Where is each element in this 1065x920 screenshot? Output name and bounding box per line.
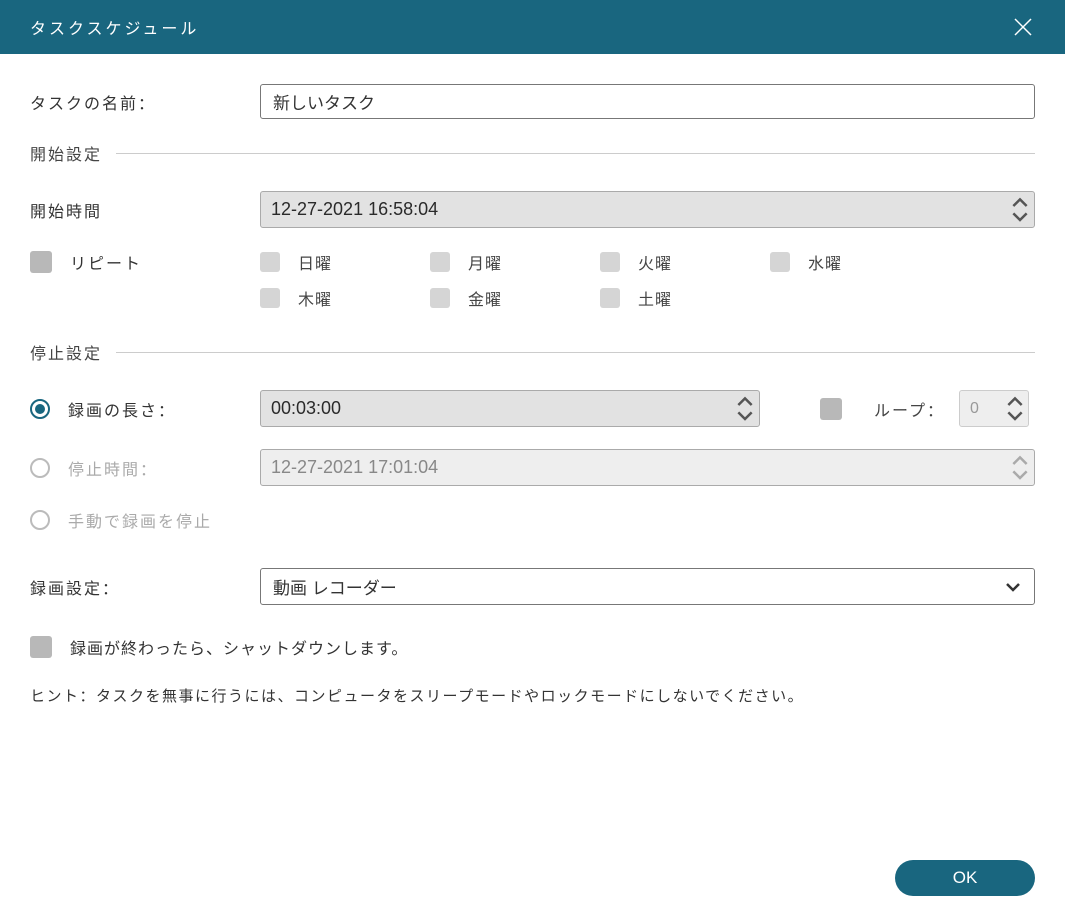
dialog-header: タスクスケジュール <box>0 0 1065 54</box>
day-sun-label: 日曜 <box>298 250 332 274</box>
chevron-down-icon[interactable] <box>1005 409 1025 422</box>
dialog-title: タスクスケジュール <box>30 15 199 39</box>
task-name-label: タスクの名前： <box>30 90 260 114</box>
day-tue-checkbox[interactable] <box>600 252 620 272</box>
ok-button[interactable]: OK <box>895 860 1035 896</box>
repeat-label: リピート <box>70 250 142 274</box>
chevron-down-icon <box>1004 581 1022 593</box>
chevron-down-icon[interactable] <box>1010 210 1030 223</box>
manual-stop-radio[interactable] <box>30 510 50 530</box>
day-fri-checkbox[interactable] <box>430 288 450 308</box>
start-section-title: 開始設定 <box>30 141 102 165</box>
day-wed-label: 水曜 <box>808 250 842 274</box>
stop-section-title: 停止設定 <box>30 340 102 364</box>
day-wed-checkbox[interactable] <box>770 252 790 272</box>
stop-time-value: 12-27-2021 17:01:04 <box>271 457 438 478</box>
chevron-up-icon[interactable] <box>1010 196 1030 209</box>
loop-checkbox[interactable] <box>820 398 842 420</box>
chevron-down-icon[interactable] <box>1010 468 1030 481</box>
repeat-checkbox[interactable] <box>30 251 52 273</box>
chevron-up-icon[interactable] <box>1010 454 1030 467</box>
rec-setting-value: 動画 レコーダー <box>273 574 397 599</box>
duration-value: 00:03:00 <box>271 398 341 419</box>
close-icon[interactable] <box>1011 15 1035 39</box>
duration-label: 録画の長さ： <box>68 397 176 421</box>
shutdown-label: 録画が終わったら、シャットダウンします。 <box>70 635 408 659</box>
day-sun-checkbox[interactable] <box>260 252 280 272</box>
day-tue-label: 火曜 <box>638 250 672 274</box>
manual-stop-label: 手動で録画を停止 <box>68 508 212 532</box>
chevron-up-icon[interactable] <box>1005 395 1025 408</box>
loop-label: ループ： <box>874 397 945 421</box>
days-grid: 日曜 月曜 火曜 水曜 木曜 金曜 土曜 <box>260 250 1035 310</box>
hint-text: ヒント：タスクを無事に行うには、コンピュータをスリープモードやロックモードにしな… <box>30 685 1035 706</box>
start-time-value: 12-27-2021 16:58:04 <box>271 199 438 220</box>
day-thu-label: 木曜 <box>298 286 332 310</box>
day-thu-checkbox[interactable] <box>260 288 280 308</box>
duration-radio[interactable] <box>30 399 50 419</box>
divider <box>116 352 1035 353</box>
start-time-spinner[interactable]: 12-27-2021 16:58:04 <box>260 191 1035 228</box>
shutdown-checkbox[interactable] <box>30 636 52 658</box>
rec-setting-label: 録画設定： <box>30 575 260 599</box>
rec-setting-select[interactable]: 動画 レコーダー <box>260 568 1035 605</box>
start-time-label: 開始時間 <box>30 198 260 222</box>
divider <box>116 153 1035 154</box>
chevron-up-icon[interactable] <box>735 395 755 408</box>
day-sat-checkbox[interactable] <box>600 288 620 308</box>
stop-time-spinner[interactable]: 12-27-2021 17:01:04 <box>260 449 1035 486</box>
task-name-input[interactable] <box>260 84 1035 119</box>
day-sat-label: 土曜 <box>638 286 672 310</box>
duration-spinner[interactable]: 00:03:00 <box>260 390 760 427</box>
chevron-down-icon[interactable] <box>735 409 755 422</box>
day-mon-checkbox[interactable] <box>430 252 450 272</box>
day-fri-label: 金曜 <box>468 286 502 310</box>
stop-time-radio[interactable] <box>30 458 50 478</box>
stop-time-label: 停止時間： <box>68 456 158 480</box>
day-mon-label: 月曜 <box>468 250 502 274</box>
